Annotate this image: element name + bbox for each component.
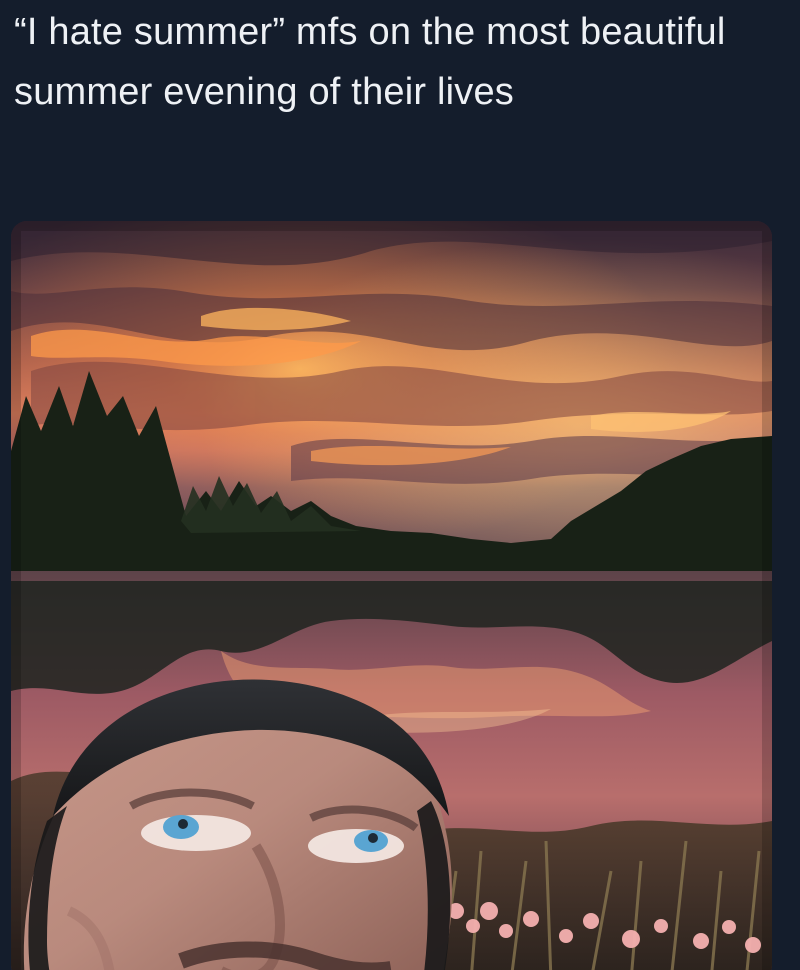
- sunset-lake-image: [11, 221, 772, 970]
- tweet-media-image[interactable]: [11, 221, 772, 970]
- tweet-page: “I hate summer” mfs on the most beautifu…: [0, 0, 800, 970]
- tweet-text: “I hate summer” mfs on the most beautifu…: [14, 11, 726, 113]
